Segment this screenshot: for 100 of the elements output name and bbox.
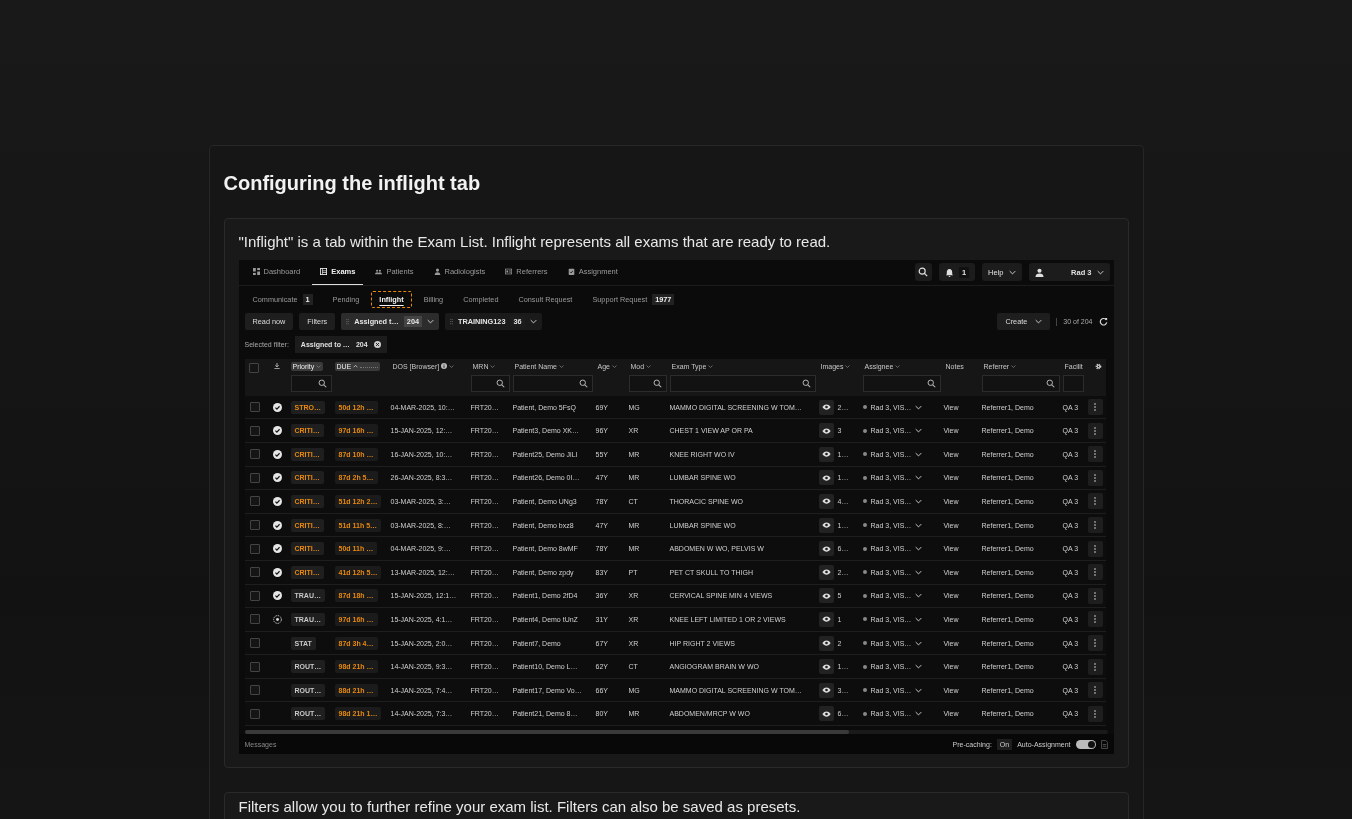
eye-icon: [821, 427, 831, 434]
row-checkbox[interactable]: [249, 661, 260, 672]
sort-chevron-icon[interactable]: [845, 364, 851, 368]
view-images-button[interactable]: [818, 493, 834, 509]
view-images-button[interactable]: [818, 564, 834, 580]
horizontal-scrollbar[interactable]: [244, 730, 1108, 735]
download-icon[interactable]: [273, 362, 280, 369]
view-images-button[interactable]: [818, 517, 834, 533]
search-icon: [578, 378, 588, 388]
sort-chevron-icon[interactable]: [611, 364, 617, 368]
more-button[interactable]: [1087, 611, 1103, 628]
view-images-button[interactable]: [818, 706, 834, 722]
intro-text: Filters allow you to further refine your exam list. Filters can also be saved as presets.: [238, 799, 802, 814]
sort-chevron-icon[interactable]: [558, 364, 564, 368]
sort-chevron-icon[interactable]: [1011, 364, 1017, 368]
search-icon: [495, 378, 505, 388]
row-checkbox[interactable]: [249, 685, 260, 696]
column-filter-field[interactable]: [1062, 374, 1084, 392]
more-button[interactable]: [1087, 635, 1103, 651]
row-checkbox[interactable]: [249, 708, 260, 719]
view-images-button[interactable]: [818, 635, 834, 651]
view-images-button[interactable]: [818, 682, 834, 698]
column-filter-field[interactable]: [512, 374, 593, 392]
chevron-down-icon: [529, 319, 537, 325]
eye-icon: [821, 710, 831, 717]
search-button[interactable]: [914, 263, 932, 282]
more-button[interactable]: [1087, 446, 1103, 463]
row-checkbox[interactable]: [249, 520, 260, 531]
sort-chevron-icon[interactable]: [895, 364, 901, 368]
more-button[interactable]: [1087, 682, 1103, 699]
row-checkbox[interactable]: [249, 402, 260, 413]
sort-chevron-icon[interactable]: [708, 364, 714, 368]
sort-chevron-icon[interactable]: [490, 364, 496, 368]
column-filter-field[interactable]: [862, 374, 941, 392]
chevron-down-icon: [915, 522, 923, 528]
chevron-down-icon: [915, 569, 923, 575]
user-icon: [1034, 267, 1044, 277]
remove-icon[interactable]: [373, 341, 381, 349]
row-checkbox[interactable]: [249, 567, 260, 578]
eye-icon: [821, 663, 831, 670]
row-checkbox[interactable]: [249, 425, 260, 436]
more-button[interactable]: [1087, 469, 1103, 486]
more-button[interactable]: [1087, 658, 1103, 675]
info-icon: [441, 363, 448, 370]
sort-chevron-icon[interactable]: [316, 364, 322, 368]
row-checkbox[interactable]: [249, 472, 260, 483]
chevron-down-icon: [1008, 269, 1016, 275]
row-checkbox[interactable]: [249, 449, 260, 460]
column-filter-field[interactable]: [290, 374, 332, 392]
more-button[interactable]: [1087, 422, 1103, 439]
chevron-down-icon: [1096, 269, 1104, 275]
chevron-down-icon: [915, 451, 923, 457]
view-images-button[interactable]: [818, 399, 834, 415]
chevron-down-icon: [915, 664, 923, 670]
column-filter-field[interactable]: [628, 374, 667, 392]
settings-icon[interactable]: [1094, 362, 1102, 370]
search-icon: [1045, 378, 1055, 388]
people-icon: [375, 268, 383, 276]
view-images-button[interactable]: [818, 470, 834, 486]
sort-ascending-icon[interactable]: [353, 364, 359, 369]
more-button[interactable]: [1087, 493, 1103, 510]
eye-icon: [821, 687, 831, 694]
select-all-checkbox[interactable]: [248, 362, 259, 373]
row-checkbox[interactable]: [249, 638, 260, 648]
column-filter-field[interactable]: [669, 374, 816, 392]
column-filter-field[interactable]: [981, 374, 1060, 392]
chevron-down-icon: [915, 616, 923, 622]
row-checkbox[interactable]: [249, 590, 260, 601]
refresh-icon[interactable]: [1098, 317, 1108, 327]
more-button[interactable]: [1087, 564, 1103, 581]
row-checkbox[interactable]: [249, 614, 260, 625]
document-icon[interactable]: [1100, 739, 1108, 749]
view-images-button[interactable]: [818, 541, 834, 557]
search-icon: [918, 267, 929, 278]
chevron-down-icon: [1035, 319, 1043, 325]
eye-icon: [821, 404, 831, 411]
sort-chevron-icon[interactable]: [646, 364, 652, 368]
more-button[interactable]: [1087, 587, 1103, 604]
more-button[interactable]: [1087, 399, 1103, 416]
auto-assignment-toggle[interactable]: [1075, 739, 1096, 749]
chevron-down-icon: [427, 319, 435, 325]
view-images-button[interactable]: [818, 446, 834, 462]
more-button[interactable]: [1087, 705, 1103, 722]
row-checkbox[interactable]: [249, 543, 260, 554]
dashboard-icon: [252, 268, 260, 276]
chevron-down-icon: [915, 711, 923, 717]
view-images-button[interactable]: [818, 659, 834, 675]
eye-icon: [821, 616, 831, 623]
column-filter-field[interactable]: [470, 374, 510, 392]
row-checkbox[interactable]: [249, 496, 260, 507]
chevron-down-icon: [915, 404, 923, 410]
more-button[interactable]: [1087, 517, 1103, 534]
view-images-button[interactable]: [818, 611, 834, 627]
more-button[interactable]: [1087, 540, 1103, 557]
eye-icon: [821, 522, 831, 529]
view-images-button[interactable]: [818, 423, 834, 439]
drag-handle-icon: [450, 318, 454, 326]
sort-chevron-icon[interactable]: [449, 364, 455, 368]
view-images-button[interactable]: [818, 588, 834, 604]
eye-icon: [821, 592, 831, 599]
